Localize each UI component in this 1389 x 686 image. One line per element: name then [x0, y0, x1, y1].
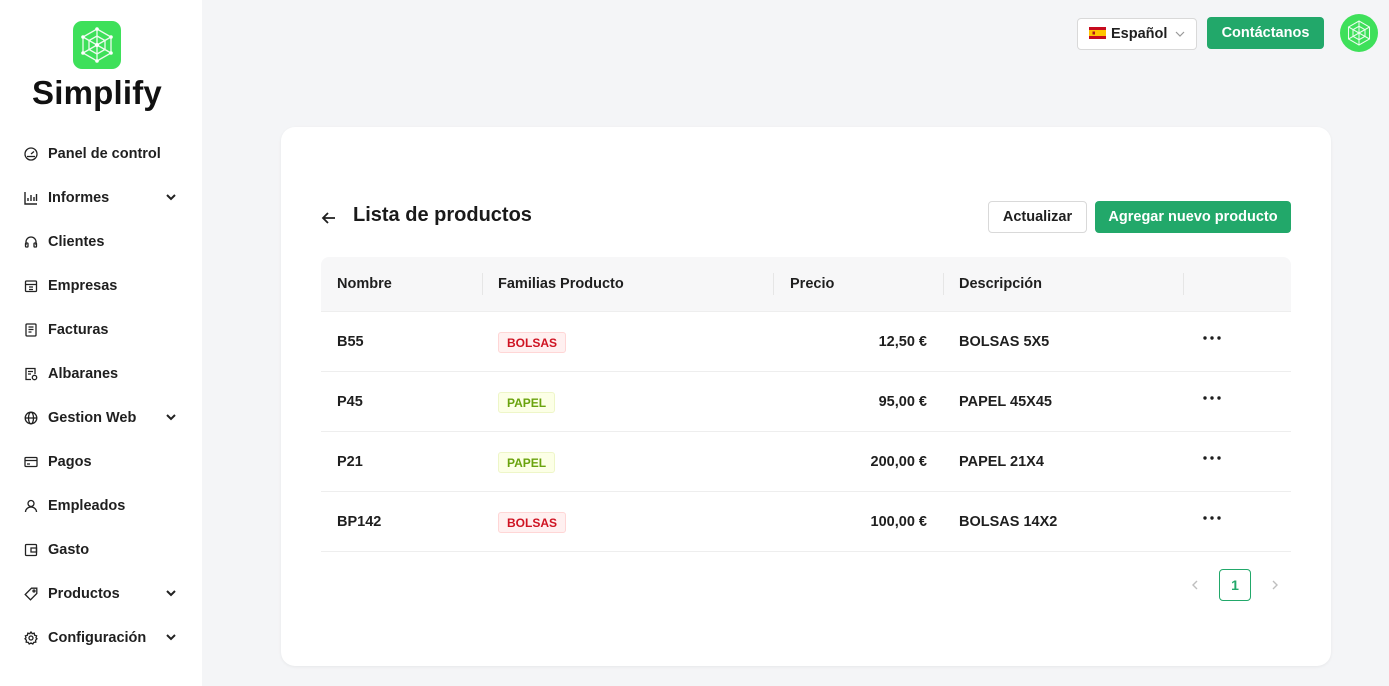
- sidebar-item-label: Gestion Web: [48, 410, 137, 426]
- product-description: PAPEL 21X4: [959, 454, 1044, 470]
- invoice-icon: [23, 322, 39, 338]
- chevron-down-icon: [1175, 31, 1185, 37]
- product-price: 12,50 €: [878, 334, 927, 350]
- add-product-button[interactable]: Agregar nuevo producto: [1095, 201, 1291, 233]
- sidebar-item-pagos[interactable]: Pagos: [0, 440, 202, 484]
- language-label: Español: [1111, 26, 1168, 42]
- user-icon: [23, 498, 39, 514]
- product-price: 95,00 €: [878, 394, 927, 410]
- more-options-icon[interactable]: [1201, 512, 1223, 524]
- chevron-down-icon: [166, 634, 176, 641]
- family-tag: BOLSAS: [498, 332, 567, 353]
- product-name: BP142: [337, 514, 382, 530]
- family-tag: BOLSAS: [498, 512, 567, 533]
- building-icon: [23, 278, 39, 294]
- sidebar-item-label: Informes: [48, 190, 110, 206]
- wallet-icon: [23, 542, 39, 558]
- sidebar-item-albaranes[interactable]: Albaranes: [0, 352, 202, 396]
- table-header: Nombre Familias Producto Precio Descripc…: [321, 257, 1291, 312]
- column-divider: [773, 273, 774, 295]
- column-header-familias[interactable]: Familias Producto: [498, 276, 624, 292]
- spain-flag-icon: [1089, 27, 1106, 39]
- sidebar-item-panel-de-control[interactable]: Panel de control: [0, 132, 202, 176]
- product-description: BOLSAS 14X2: [959, 514, 1058, 530]
- product-description: PAPEL 45X45: [959, 394, 1052, 410]
- column-header-precio[interactable]: Precio: [790, 276, 834, 292]
- sidebar-item-label: Facturas: [48, 322, 109, 338]
- chevron-down-icon: [166, 414, 176, 421]
- chevron-left-icon: [1192, 580, 1198, 590]
- headset-icon: [23, 234, 39, 250]
- products-table: Nombre Familias Producto Precio Descripc…: [321, 257, 1291, 552]
- product-name: P45: [337, 394, 363, 410]
- sidebar-item-label: Pagos: [48, 454, 92, 470]
- page-title: Lista de productos: [353, 204, 532, 226]
- sidebar-item-label: Clientes: [48, 234, 105, 250]
- product-price: 200,00 €: [870, 454, 927, 470]
- product-list-card: Lista de productos Actualizar Agregar nu…: [281, 127, 1331, 666]
- refresh-button[interactable]: Actualizar: [988, 201, 1087, 233]
- column-divider: [482, 273, 483, 295]
- sidebar-item-label: Gasto: [48, 542, 90, 558]
- sidebar-item-empresas[interactable]: Empresas: [0, 264, 202, 308]
- prev-page-button[interactable]: [1179, 569, 1211, 601]
- more-options-icon[interactable]: [1201, 332, 1223, 344]
- chevron-down-icon: [166, 590, 176, 597]
- network-avatar-icon[interactable]: [1340, 14, 1378, 52]
- more-options-icon[interactable]: [1201, 392, 1223, 404]
- family-tag: PAPEL: [498, 452, 556, 473]
- pagination: 1: [1179, 569, 1291, 601]
- column-divider: [943, 273, 944, 295]
- column-header-nombre[interactable]: Nombre: [337, 276, 392, 292]
- sidebar: Simplify Panel de control Informes Clien…: [0, 0, 202, 686]
- language-select[interactable]: Español: [1077, 18, 1197, 50]
- sidebar-item-informes[interactable]: Informes: [0, 176, 202, 220]
- family-tag: PAPEL: [498, 392, 556, 413]
- sidebar-item-label: Albaranes: [48, 366, 119, 382]
- sidebar-item-gasto[interactable]: Gasto: [0, 528, 202, 572]
- dashboard-icon: [23, 146, 39, 162]
- brand-name: Simplify: [32, 74, 162, 111]
- table-row[interactable]: P45 PAPEL 95,00 € PAPEL 45X45: [321, 372, 1291, 432]
- sidebar-item-facturas[interactable]: Facturas: [0, 308, 202, 352]
- globe-icon: [23, 410, 39, 426]
- sidebar-item-label: Productos: [48, 586, 120, 602]
- table-row[interactable]: B55 BOLSAS 12,50 € BOLSAS 5X5: [321, 312, 1291, 372]
- column-divider: [1183, 273, 1184, 295]
- network-logo-icon[interactable]: [73, 21, 121, 69]
- table-row[interactable]: P21 PAPEL 200,00 € PAPEL 21X4: [321, 432, 1291, 492]
- arrow-left-icon[interactable]: [319, 208, 339, 228]
- gear-icon: [23, 630, 39, 646]
- product-name: B55: [337, 334, 364, 350]
- contact-button[interactable]: Contáctanos: [1207, 17, 1324, 49]
- sidebar-item-configuracion[interactable]: Configuración: [0, 616, 202, 660]
- tag-icon: [23, 586, 39, 602]
- page-number-button[interactable]: 1: [1219, 569, 1251, 601]
- credit-card-icon: [23, 454, 39, 470]
- next-page-button[interactable]: [1259, 569, 1291, 601]
- sidebar-item-gestion-web[interactable]: Gestion Web: [0, 396, 202, 440]
- sidebar-item-productos[interactable]: Productos: [0, 572, 202, 616]
- table-row[interactable]: BP142 BOLSAS 100,00 € BOLSAS 14X2: [321, 492, 1291, 552]
- sidebar-item-label: Panel de control: [48, 146, 161, 162]
- sidebar-item-empleados[interactable]: Empleados: [0, 484, 202, 528]
- product-price: 100,00 €: [870, 514, 927, 530]
- product-description: BOLSAS 5X5: [959, 334, 1050, 350]
- sidebar-item-label: Configuración: [48, 630, 147, 646]
- chevron-right-icon: [1272, 580, 1278, 590]
- sidebar-item-clientes[interactable]: Clientes: [0, 220, 202, 264]
- sidebar-item-label: Empresas: [48, 278, 118, 294]
- bar-chart-icon: [23, 190, 39, 206]
- sidebar-nav: Panel de control Informes Clientes Empre…: [0, 132, 202, 660]
- sidebar-item-label: Empleados: [48, 498, 126, 514]
- delivery-note-icon: [23, 366, 39, 382]
- product-name: P21: [337, 454, 363, 470]
- more-options-icon[interactable]: [1201, 452, 1223, 464]
- chevron-down-icon: [166, 194, 176, 201]
- column-header-descripcion[interactable]: Descripción: [959, 276, 1042, 292]
